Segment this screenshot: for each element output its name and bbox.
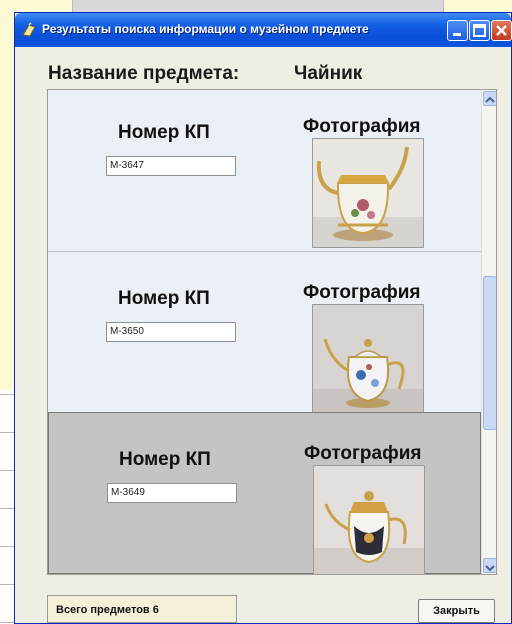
list-item[interactable]: Номер КП М-3650 Фотография <box>48 252 481 414</box>
kp-number-label: Номер КП <box>118 122 210 143</box>
minimize-button[interactable] <box>447 20 468 41</box>
close-icon <box>496 25 507 36</box>
close-button[interactable]: Закрыть <box>418 599 495 623</box>
scrollbar-thumb[interactable] <box>483 276 496 430</box>
teapot-photo <box>312 138 424 248</box>
chevron-down-icon <box>485 565 495 572</box>
total-count: Всего предметов 6 <box>47 595 237 623</box>
kp-number-field[interactable]: М-3647 <box>106 156 236 176</box>
app-icon <box>22 22 36 37</box>
item-name-label: Название предмета: <box>48 63 240 84</box>
title-bar[interactable]: Результаты поиска информации о музейном … <box>15 13 512 47</box>
list-item[interactable]: Номер КП М-3647 Фотография <box>48 90 481 252</box>
window-title: Результаты поиска информации о музейном … <box>42 22 369 36</box>
vertical-scrollbar[interactable] <box>481 90 496 574</box>
scroll-down-button[interactable] <box>483 558 496 573</box>
photo-label: Фотография <box>304 443 422 464</box>
minimize-icon <box>453 33 461 36</box>
chevron-up-icon <box>485 96 495 103</box>
photo-label: Фотография <box>303 116 421 137</box>
list-item-selected[interactable]: Номер КП М-3649 Фотография <box>48 412 481 574</box>
kp-number-field[interactable]: М-3650 <box>106 322 236 342</box>
teapot-photo <box>313 465 425 574</box>
photo-label: Фотография <box>303 282 421 303</box>
scroll-up-button[interactable] <box>483 91 496 106</box>
close-window-button[interactable] <box>491 20 512 41</box>
kp-number-label: Номер КП <box>119 449 211 470</box>
kp-number-field[interactable]: М-3649 <box>107 483 237 503</box>
maximize-button[interactable] <box>469 20 490 41</box>
item-name-value: Чайник <box>294 63 363 84</box>
maximize-icon <box>473 24 486 37</box>
kp-number-label: Номер КП <box>118 288 210 309</box>
search-results-window: Результаты поиска информации о музейном … <box>14 12 512 624</box>
results-list[interactable]: Номер КП М-3647 Фотография Номер КП М-36… <box>47 89 497 575</box>
teapot-photo <box>312 304 424 414</box>
